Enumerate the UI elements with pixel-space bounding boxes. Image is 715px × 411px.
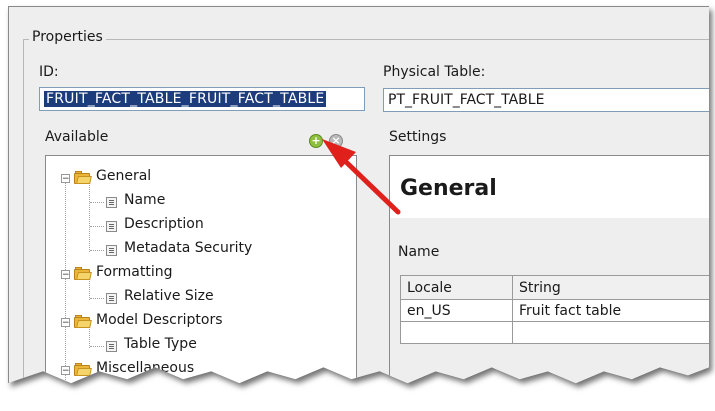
tree-node-model-descriptors[interactable]: − Model Descriptors bbox=[46, 312, 346, 332]
collapse-icon[interactable]: − bbox=[61, 366, 70, 376]
property-icon bbox=[106, 293, 117, 304]
tree-leaf-label: Target Table bbox=[124, 384, 208, 400]
tree-node-miscellaneous[interactable]: − Miscellaneous bbox=[46, 360, 346, 380]
collapse-icon[interactable]: − bbox=[61, 318, 70, 328]
name-section-label: Name bbox=[398, 244, 440, 260]
table-row[interactable]: en_US Fruit fact table bbox=[400, 299, 709, 322]
tree-leaf-label: Description bbox=[124, 216, 204, 232]
folder-icon bbox=[74, 267, 92, 280]
property-icon bbox=[106, 389, 117, 400]
tree-leaf-label: Table Type bbox=[124, 336, 197, 352]
description-section-label: Description bbox=[398, 392, 478, 403]
folder-icon bbox=[74, 315, 92, 328]
physical-table-label: Physical Table: bbox=[383, 64, 486, 80]
available-tree[interactable]: − General Name Description Metadata Secu… bbox=[45, 155, 357, 403]
property-icon bbox=[106, 341, 117, 352]
id-input[interactable]: FRUIT_FACT_TABLE_FRUIT_FACT_TABLE bbox=[39, 87, 365, 111]
tree-node-label: Model Descriptors bbox=[96, 312, 223, 328]
settings-panel: General Name Locale String en_US Fruit f… bbox=[389, 155, 709, 403]
table-row-empty[interactable] bbox=[400, 321, 709, 344]
add-circle-icon[interactable]: + bbox=[309, 134, 323, 148]
tree-leaf-label: Metadata Security bbox=[124, 240, 253, 256]
tree-leaf-label: Relative Size bbox=[124, 288, 214, 304]
cell-empty[interactable] bbox=[512, 321, 709, 344]
tree-leaf-relative-size[interactable]: Relative Size bbox=[46, 288, 346, 308]
tree-node-label: General bbox=[96, 168, 152, 184]
folder-icon bbox=[74, 171, 92, 184]
cell-locale[interactable]: en_US bbox=[400, 299, 513, 322]
tree-node-label: Formatting bbox=[96, 264, 173, 280]
properties-group-label: Properties bbox=[29, 29, 106, 45]
tree-node-general[interactable]: − General bbox=[46, 168, 346, 188]
column-header-locale[interactable]: Locale bbox=[400, 275, 513, 300]
physical-table-input[interactable]: PT_FRUIT_FACT_TABLE bbox=[383, 88, 709, 112]
screenshot-frame: Properties ID: FRUIT_FACT_TABLE_FRUIT_FA… bbox=[8, 6, 709, 403]
property-icon bbox=[106, 221, 117, 232]
cell-empty[interactable] bbox=[400, 321, 513, 344]
properties-dialog: Properties ID: FRUIT_FACT_TABLE_FRUIT_FA… bbox=[8, 6, 709, 403]
column-header-string[interactable]: String bbox=[512, 275, 709, 300]
tree-node-label: Miscellaneous bbox=[96, 360, 195, 376]
tree-leaf-description[interactable]: Description bbox=[46, 216, 346, 236]
localized-name-table[interactable]: Locale String en_US Fruit fact table bbox=[400, 275, 709, 344]
tree-node-formatting[interactable]: − Formatting bbox=[46, 264, 346, 284]
id-input-selected-text: FRUIT_FACT_TABLE_FRUIT_FACT_TABLE bbox=[44, 91, 327, 107]
collapse-icon[interactable]: − bbox=[61, 174, 70, 184]
tree-leaf-metadata-security[interactable]: Metadata Security bbox=[46, 240, 346, 260]
collapse-icon[interactable]: − bbox=[61, 270, 70, 280]
id-label: ID: bbox=[39, 64, 59, 80]
folder-icon bbox=[74, 363, 92, 376]
settings-title: General bbox=[400, 176, 497, 201]
table-header-row: Locale String bbox=[400, 275, 709, 300]
property-icon bbox=[106, 197, 117, 208]
tree-leaf-name[interactable]: Name bbox=[46, 192, 346, 212]
tree-leaf-target-table[interactable]: Target Table bbox=[46, 384, 346, 403]
tree-leaf-label: Name bbox=[124, 192, 166, 208]
tree-leaf-table-type[interactable]: Table Type bbox=[46, 336, 346, 356]
remove-circle-icon[interactable]: × bbox=[329, 134, 343, 148]
property-icon bbox=[106, 245, 117, 256]
available-label: Available bbox=[45, 129, 109, 145]
settings-label: Settings bbox=[389, 129, 447, 145]
cell-string[interactable]: Fruit fact table bbox=[512, 299, 709, 322]
